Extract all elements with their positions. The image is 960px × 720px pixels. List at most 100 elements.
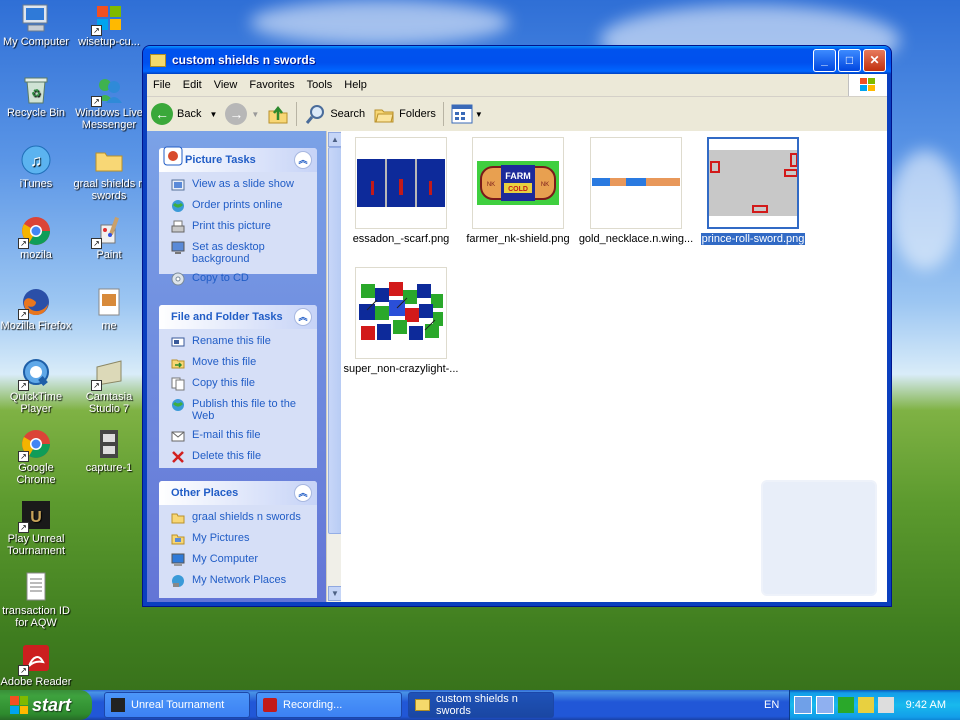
task-view-slideshow[interactable]: View as a slide show [171, 178, 309, 192]
place-network[interactable]: My Network Places [171, 574, 309, 588]
globe-icon [172, 399, 184, 411]
folder-icon [150, 53, 166, 67]
task-pane-scrollbar[interactable]: ▲ ▼ [326, 131, 342, 602]
desktop-icon-quicktime[interactable]: ↗ QuickTime Player [0, 357, 72, 415]
desktop-icon-adobe-reader[interactable]: ↗ Adobe Reader [0, 642, 72, 688]
maximize-button[interactable]: □ [838, 48, 861, 72]
picture-tasks-title: Picture Tasks [185, 154, 256, 166]
desktop-icon-unreal[interactable]: U ↗ Play Unreal Tournament [0, 499, 72, 557]
picture-tasks-header[interactable]: Picture Tasks ︽ [159, 146, 317, 172]
security-icon[interactable] [838, 697, 854, 713]
clock[interactable]: 9:42 AM [906, 699, 946, 711]
place-my-pictures[interactable]: My Pictures [171, 532, 309, 546]
scroll-down-arrow-icon[interactable]: ▼ [328, 586, 342, 601]
menu-tools[interactable]: Tools [301, 79, 339, 91]
desktop-icon-graal-folder[interactable]: graal shields n swords [73, 144, 145, 202]
other-places-header[interactable]: Other Places ︽ [159, 481, 317, 505]
menu-edit[interactable]: Edit [177, 79, 208, 91]
explorer-window: custom shields n swords _ □ ✕ File Edit … [143, 46, 891, 606]
desktop-icon-label: Paint [96, 249, 122, 261]
picture-tasks-panel: Picture Tasks ︽ View as a slide show Ord… [159, 146, 317, 286]
task-rename-file[interactable]: Rename this file [171, 335, 309, 349]
task-delete-file[interactable]: Delete this file [171, 450, 309, 464]
back-dropdown-icon[interactable]: ▼ [209, 110, 217, 119]
taskbar-item-explorer[interactable]: custom shields n swords [408, 692, 554, 718]
views-button[interactable]: ▼ [447, 104, 487, 124]
desktop-icon-itunes[interactable]: ♫ iTunes [0, 144, 72, 190]
desktop-icon-chrome[interactable]: ↗ Google Chrome [0, 428, 72, 486]
task-order-prints[interactable]: Order prints online [171, 199, 309, 213]
language-indicator[interactable]: EN [764, 699, 779, 711]
start-button[interactable]: start [0, 690, 92, 720]
volume-icon[interactable] [878, 697, 894, 713]
task-copy-to-cd[interactable]: Copy to CD [171, 272, 309, 286]
task-publish-web[interactable]: Publish this file to the Web [171, 398, 309, 422]
taskbar-item-unreal[interactable]: Unreal Tournament [104, 692, 250, 718]
up-button[interactable] [263, 103, 293, 125]
scrollbar-thumb[interactable] [328, 147, 342, 534]
search-button[interactable]: Search [300, 103, 369, 125]
file-item[interactable]: essadon_-scarf.png [341, 137, 461, 245]
desktop-icon-messenger[interactable]: ↗ Windows Live Messenger [73, 73, 145, 131]
folders-button[interactable]: Folders [369, 103, 440, 125]
window-body: File Edit View Favorites Tools Help ← Ba… [147, 74, 887, 602]
scroll-up-arrow-icon[interactable]: ▲ [328, 132, 342, 147]
safely-remove-icon[interactable] [858, 697, 874, 713]
menu-view[interactable]: View [208, 79, 244, 91]
desktop-icon-transaction[interactable]: transaction ID for AQW [0, 571, 72, 629]
cloud [250, 0, 510, 45]
desktop-icon-wisetup[interactable]: ↗ wisetup-cu... [73, 2, 145, 48]
back-button[interactable]: ← Back ▼ [147, 103, 221, 125]
desktop-background-icon [171, 241, 185, 254]
menu-favorites[interactable]: Favorites [243, 79, 300, 91]
video-file-icon [93, 428, 125, 460]
taskbar-item-recording[interactable]: Recording... [256, 692, 402, 718]
collapse-chevron-icon[interactable]: ︽ [294, 151, 312, 169]
network-icon[interactable] [816, 696, 834, 714]
minimize-button[interactable]: _ [813, 48, 836, 72]
file-list: essadon_-scarf.png FARM COLD NK NK farmer_n… [341, 131, 887, 602]
place-graal-folder[interactable]: graal shields n swords [171, 511, 309, 525]
desktop-icon-recycle-bin[interactable]: ♻ Recycle Bin [0, 73, 72, 119]
task-copy-file[interactable]: Copy this file [171, 377, 309, 391]
task-move-file[interactable]: Move this file [171, 356, 309, 370]
desktop-icon-mozila[interactable]: ↗ mozila [0, 215, 72, 261]
folder-icon [171, 513, 185, 524]
menu-help[interactable]: Help [338, 79, 373, 91]
desktop-icon-paint[interactable]: ↗ Paint [73, 215, 145, 261]
forward-arrow-icon: → [225, 103, 248, 125]
file-item[interactable]: super_non-crazylight-... [341, 267, 461, 375]
task-print-picture[interactable]: Print this picture [171, 220, 309, 234]
svg-text:♫: ♫ [30, 153, 42, 170]
close-button[interactable]: ✕ [863, 48, 886, 72]
title-bar[interactable]: custom shields n swords _ □ ✕ [143, 46, 891, 74]
place-my-computer[interactable]: My Computer [171, 553, 309, 567]
image-file-icon [93, 286, 125, 318]
file-item[interactable]: gold_necklace.n.wing... [576, 137, 696, 245]
desktop-icon-firefox[interactable]: ↗ Mozilla Firefox [0, 286, 72, 332]
desktop-icon-label: Play Unreal Tournament [6, 533, 66, 557]
network-icon [172, 575, 184, 587]
task-set-desktop-background[interactable]: Set as desktop background [171, 241, 309, 265]
file-item[interactable]: FARM COLD NK NK farmer_nk-shield.png [458, 137, 578, 245]
collapse-chevron-icon[interactable]: ︽ [294, 484, 312, 502]
desktop-icon-camtasia[interactable]: ↗ Camtasia Studio 7 [73, 357, 145, 415]
file-folder-tasks-header[interactable]: File and Folder Tasks ︽ [159, 305, 317, 329]
network-icon[interactable] [794, 696, 812, 714]
forward-button[interactable]: → ▼ [221, 103, 263, 125]
views-dropdown-icon: ▼ [474, 109, 483, 119]
file-name: essadon_-scarf.png [352, 233, 450, 245]
file-item[interactable]: prince-roll-sword.png [693, 137, 813, 245]
itunes-icon: ♫ [20, 144, 52, 176]
task-email-file[interactable]: E-mail this file [171, 429, 309, 443]
collapse-chevron-icon[interactable]: ︽ [294, 308, 312, 326]
other-places-title: Other Places [171, 487, 239, 499]
desktop-icon-capture[interactable]: capture-1 [73, 428, 145, 474]
desktop-icon-label: Recycle Bin [6, 107, 66, 119]
desktop-icon-label: capture-1 [85, 462, 133, 474]
desktop-icon-label: me [101, 320, 117, 332]
menu-file[interactable]: File [147, 79, 177, 91]
desktop-icon-me[interactable]: me [73, 286, 145, 332]
desktop-icon-my-computer[interactable]: My Computer [0, 2, 72, 48]
task-pane: Picture Tasks ︽ View as a slide show Ord… [147, 131, 326, 602]
